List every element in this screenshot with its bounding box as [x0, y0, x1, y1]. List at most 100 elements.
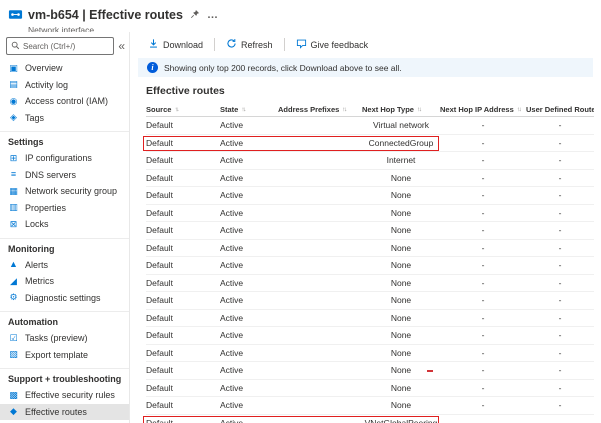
- sidebar-item-ip-configurations[interactable]: ⊞IP configurations: [0, 150, 129, 167]
- toolbar-divider: [214, 38, 215, 51]
- cell-state: Active: [220, 418, 278, 423]
- cell-user-defined-route-name: -: [526, 330, 594, 340]
- sidebar-group-support-troubleshooting: Support + troubleshooting: [0, 368, 129, 387]
- table-row: DefaultActiveInternet--: [146, 152, 594, 170]
- column-header-state[interactable]: State↑↓: [220, 105, 278, 114]
- cell-user-defined-route-name: -: [526, 418, 594, 423]
- pin-icon[interactable]: [190, 6, 200, 24]
- tags-icon: ◈: [8, 113, 19, 122]
- cell-state: Active: [220, 365, 278, 375]
- column-header-user-defined-route-name[interactable]: User Defined Route Name↑↓: [526, 105, 594, 114]
- sidebar-item-label: Tasks (preview): [25, 333, 88, 343]
- cell-state: Active: [220, 155, 278, 165]
- sidebar-item-label: Network security group: [25, 186, 117, 196]
- cell-next-hop-ip-address: -: [440, 278, 526, 288]
- cell-next-hop-ip-address: -: [440, 120, 526, 130]
- download-button[interactable]: Download: [146, 36, 205, 53]
- sidebar-item-label: Effective routes: [25, 407, 87, 417]
- sidebar-nav: ▣Overview▤Activity log◉Access control (I…: [0, 60, 129, 423]
- cell-next-hop-ip-address: -: [440, 138, 526, 148]
- cell-next-hop-type: None: [362, 330, 440, 340]
- sidebar-group-automation: Automation: [0, 311, 129, 330]
- table-row: DefaultActiveNone--: [146, 205, 594, 223]
- cell-source: Default: [146, 400, 220, 410]
- metrics-icon: ◢: [8, 277, 19, 286]
- effective-routes-table: Source↑↓State↑↓Address Prefixes↑↓Next Ho…: [146, 102, 594, 423]
- table-row: DefaultActiveNone--: [146, 275, 594, 293]
- cell-user-defined-route-name: -: [526, 208, 594, 218]
- cell-next-hop-type: Virtual network: [362, 120, 440, 130]
- search-icon: [11, 37, 20, 55]
- more-menu-button[interactable]: …: [207, 11, 218, 19]
- table-row: DefaultActiveNone--: [146, 397, 594, 415]
- sidebar-item-overview[interactable]: ▣Overview: [0, 60, 129, 77]
- cell-user-defined-route-name: -: [526, 138, 594, 148]
- tasks-icon: ☑: [8, 334, 19, 343]
- sidebar-item-label: Export template: [25, 350, 88, 360]
- sidebar-item-tasks-preview[interactable]: ☑ Tasks (preview): [0, 330, 129, 347]
- sidebar-item-alerts[interactable]: ▲Alerts: [0, 257, 129, 274]
- properties-icon: ▥: [8, 203, 19, 212]
- cell-source: Default: [146, 120, 220, 130]
- cell-source: Default: [146, 348, 220, 358]
- cell-state: Active: [220, 243, 278, 253]
- column-header-source[interactable]: Source↑↓: [146, 105, 220, 114]
- sidebar-item-effective-security-rules[interactable]: ▩Effective security rules: [0, 387, 129, 404]
- table-row: DefaultActiveNone--: [146, 292, 594, 310]
- column-header-next-hop-ip-address[interactable]: Next Hop IP Address↑↓: [440, 105, 526, 114]
- sidebar-search-row: «: [0, 37, 129, 60]
- cell-source: Default: [146, 173, 220, 183]
- cell-state: Active: [220, 260, 278, 270]
- sidebar-item-label: IP configurations: [25, 153, 92, 163]
- sidebar-item-dns-servers[interactable]: ≡DNS servers: [0, 167, 129, 184]
- feedback-icon: [296, 38, 307, 51]
- sidebar-item-tags[interactable]: ◈Tags: [0, 110, 129, 127]
- cell-state: Active: [220, 348, 278, 358]
- cell-user-defined-route-name: -: [526, 400, 594, 410]
- sidebar-item-label: DNS servers: [25, 170, 76, 180]
- sidebar-item-locks[interactable]: ⊠Locks: [0, 216, 129, 233]
- sort-icon: ↑↓: [517, 106, 521, 113]
- sidebar-item-export-template[interactable]: ▧Export template: [0, 347, 129, 364]
- sidebar-item-network-security-group[interactable]: ▦Network security group: [0, 183, 129, 200]
- table-row: DefaultActiveNone--: [146, 310, 594, 328]
- column-label: Next Hop IP Address: [440, 105, 514, 114]
- cell-user-defined-route-name: -: [526, 313, 594, 323]
- cell-next-hop-ip-address: -: [440, 313, 526, 323]
- cell-state: Active: [220, 208, 278, 218]
- sidebar-item-activity-log[interactable]: ▤Activity log: [0, 77, 129, 94]
- cell-source: Default: [146, 225, 220, 235]
- search-input[interactable]: [23, 42, 109, 51]
- sidebar-item-metrics[interactable]: ◢Metrics: [0, 273, 129, 290]
- access-control-icon: ◉: [8, 97, 19, 106]
- sidebar-item-diagnostic-settings[interactable]: ⚙Diagnostic settings: [0, 290, 129, 307]
- cell-state: Active: [220, 173, 278, 183]
- cell-source: Default: [146, 208, 220, 218]
- sidebar-group-monitoring: Monitoring: [0, 238, 129, 257]
- cell-source: Default: [146, 278, 220, 288]
- give-feedback-button[interactable]: Give feedback: [294, 36, 371, 53]
- column-label: Next Hop Type: [362, 105, 414, 114]
- column-header-next-hop-type[interactable]: Next Hop Type↑↓: [362, 105, 440, 114]
- sidebar-group-settings: Settings: [0, 131, 129, 150]
- column-header-address-prefixes[interactable]: Address Prefixes↑↓: [278, 105, 362, 114]
- download-icon: [148, 38, 159, 51]
- table-row: DefaultActiveNone--: [146, 187, 594, 205]
- cell-source: Default: [146, 243, 220, 253]
- cell-next-hop-type: None: [362, 278, 440, 288]
- cell-next-hop-type: None: [362, 348, 440, 358]
- sidebar-item-properties[interactable]: ▥Properties: [0, 200, 129, 217]
- body-layout: « ▣Overview▤Activity log◉Access control …: [0, 32, 601, 423]
- cell-source: Default: [146, 138, 220, 148]
- info-banner: i Showing only top 200 records, click Do…: [138, 58, 593, 77]
- alerts-icon: ▲: [8, 260, 19, 269]
- sidebar-item-effective-routes[interactable]: ◆Effective routes: [0, 404, 129, 421]
- collapse-sidebar-button[interactable]: «: [118, 40, 125, 52]
- sidebar-item-access-control-iam[interactable]: ◉Access control (IAM): [0, 93, 129, 110]
- cell-user-defined-route-name: -: [526, 243, 594, 253]
- refresh-button[interactable]: Refresh: [224, 36, 275, 53]
- search-box: [6, 37, 114, 55]
- cell-next-hop-type: None: [362, 225, 440, 235]
- feedback-label: Give feedback: [311, 40, 369, 50]
- azure-portal-page: vm-b654 | Effective routes … Network int…: [0, 0, 601, 423]
